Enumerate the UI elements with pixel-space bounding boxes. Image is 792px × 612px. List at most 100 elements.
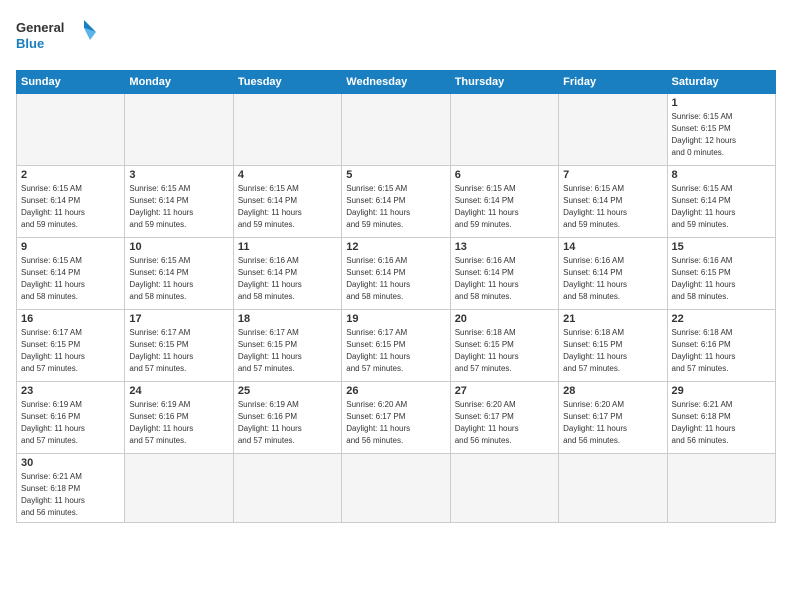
day-number: 9 xyxy=(21,241,120,253)
day-info: Sunrise: 6:21 AMSunset: 6:18 PMDaylight:… xyxy=(21,471,120,519)
day-number: 29 xyxy=(672,385,771,397)
calendar-cell: 13 Sunrise: 6:16 AMSunset: 6:14 PMDayligh… xyxy=(450,238,558,310)
calendar-cell: 26Sunrise: 6:20 AMSunset: 6:17 PMDayligh… xyxy=(342,382,450,454)
day-info: Sunrise: 6:19 AMSunset: 6:16 PMDaylight:… xyxy=(238,399,337,447)
logo-svg: General Blue xyxy=(16,16,96,60)
day-number: 17 xyxy=(129,313,228,325)
day-info: Sunrise: 6:17 AMSunset: 6:15 PMDaylight:… xyxy=(238,327,337,375)
day-info: Sunrise: 6:17 AMSunset: 6:15 PMDaylight:… xyxy=(129,327,228,375)
day-info: Sunrise: 6:15 AMSunset: 6:14 PMDaylight:… xyxy=(129,255,228,303)
calendar-cell: 1Sunrise: 6:15 AMSunset: 6:15 PMDaylight… xyxy=(667,94,775,166)
day-info: Sunrise: 6:17 AMSunset: 6:15 PMDaylight:… xyxy=(21,327,120,375)
day-number: 8 xyxy=(672,169,771,181)
calendar-cell xyxy=(667,454,775,523)
day-info: Sunrise: 6:18 AMSunset: 6:15 PMDaylight:… xyxy=(563,327,662,375)
day-number: 3 xyxy=(129,169,228,181)
page-header: General Blue xyxy=(16,16,776,60)
day-info: Sunrise: 6:18 AMSunset: 6:16 PMDaylight:… xyxy=(672,327,771,375)
day-info: Sunrise: 6:15 AMSunset: 6:14 PMDaylight:… xyxy=(129,183,228,231)
weekday-header-thursday: Thursday xyxy=(450,71,558,94)
calendar-cell: 7 Sunrise: 6:15 AMSunset: 6:14 PMDaylight… xyxy=(559,166,667,238)
calendar-week-row: 23Sunrise: 6:19 AMSunset: 6:16 PMDayligh… xyxy=(17,382,776,454)
calendar-cell: 11 Sunrise: 6:16 AMSunset: 6:14 PMDayligh… xyxy=(233,238,341,310)
day-number: 11 xyxy=(238,241,337,253)
calendar-cell: 15Sunrise: 6:16 AMSunset: 6:15 PMDayligh… xyxy=(667,238,775,310)
weekday-header-tuesday: Tuesday xyxy=(233,71,341,94)
calendar-cell: 29 Sunrise: 6:21 AMSunset: 6:18 PMDayligh… xyxy=(667,382,775,454)
calendar-cell: 21 Sunrise: 6:18 AMSunset: 6:15 PMDayligh… xyxy=(559,310,667,382)
day-number: 10 xyxy=(129,241,228,253)
calendar-week-row: 16 Sunrise: 6:17 AMSunset: 6:15 PMDayligh… xyxy=(17,310,776,382)
calendar-cell xyxy=(559,454,667,523)
calendar-cell xyxy=(450,454,558,523)
calendar-cell: 5 Sunrise: 6:15 AMSunset: 6:14 PMDaylight… xyxy=(342,166,450,238)
calendar-cell xyxy=(233,454,341,523)
day-info: Sunrise: 6:15 AMSunset: 6:14 PMDaylight:… xyxy=(346,183,445,231)
day-info: Sunrise: 6:17 AMSunset: 6:15 PMDaylight:… xyxy=(346,327,445,375)
calendar-cell: 27 Sunrise: 6:20 AMSunset: 6:17 PMDayligh… xyxy=(450,382,558,454)
calendar-cell: 9 Sunrise: 6:15 AMSunset: 6:14 PMDaylight… xyxy=(17,238,125,310)
calendar-week-row: 2Sunrise: 6:15 AMSunset: 6:14 PMDaylight… xyxy=(17,166,776,238)
day-number: 24 xyxy=(129,385,228,397)
calendar-cell: 30 Sunrise: 6:21 AMSunset: 6:18 PMDayligh… xyxy=(17,454,125,523)
calendar-cell: 25 Sunrise: 6:19 AMSunset: 6:16 PMDayligh… xyxy=(233,382,341,454)
calendar-cell xyxy=(233,94,341,166)
day-info: Sunrise: 6:15 AMSunset: 6:14 PMDaylight:… xyxy=(21,255,120,303)
weekday-header-sunday: Sunday xyxy=(17,71,125,94)
day-info: Sunrise: 6:15 AMSunset: 6:14 PMDaylight:… xyxy=(21,183,120,231)
svg-text:General: General xyxy=(16,20,64,35)
day-number: 26 xyxy=(346,385,445,397)
day-info: Sunrise: 6:20 AMSunset: 6:17 PMDaylight:… xyxy=(563,399,662,447)
day-number: 13 xyxy=(455,241,554,253)
day-info: Sunrise: 6:15 AMSunset: 6:15 PMDaylight:… xyxy=(672,111,771,159)
day-info: Sunrise: 6:15 AMSunset: 6:14 PMDaylight:… xyxy=(455,183,554,231)
svg-text:Blue: Blue xyxy=(16,36,44,51)
calendar-cell xyxy=(342,94,450,166)
day-number: 28 xyxy=(563,385,662,397)
day-number: 6 xyxy=(455,169,554,181)
calendar-cell: 2Sunrise: 6:15 AMSunset: 6:14 PMDaylight… xyxy=(17,166,125,238)
calendar-cell: 6 Sunrise: 6:15 AMSunset: 6:14 PMDaylight… xyxy=(450,166,558,238)
day-info: Sunrise: 6:20 AMSunset: 6:17 PMDaylight:… xyxy=(455,399,554,447)
calendar-cell: 23Sunrise: 6:19 AMSunset: 6:16 PMDayligh… xyxy=(17,382,125,454)
day-number: 14 xyxy=(563,241,662,253)
day-info: Sunrise: 6:15 AMSunset: 6:14 PMDaylight:… xyxy=(672,183,771,231)
day-info: Sunrise: 6:16 AMSunset: 6:14 PMDaylight:… xyxy=(455,255,554,303)
day-info: Sunrise: 6:19 AMSunset: 6:16 PMDaylight:… xyxy=(129,399,228,447)
day-number: 30 xyxy=(21,457,120,469)
day-number: 25 xyxy=(238,385,337,397)
calendar-cell: 19 Sunrise: 6:17 AMSunset: 6:15 PMDayligh… xyxy=(342,310,450,382)
day-info: Sunrise: 6:16 AMSunset: 6:15 PMDaylight:… xyxy=(672,255,771,303)
calendar-cell xyxy=(17,94,125,166)
day-info: Sunrise: 6:15 AMSunset: 6:14 PMDaylight:… xyxy=(563,183,662,231)
day-number: 21 xyxy=(563,313,662,325)
weekday-header-wednesday: Wednesday xyxy=(342,71,450,94)
day-info: Sunrise: 6:19 AMSunset: 6:16 PMDaylight:… xyxy=(21,399,120,447)
day-number: 12 xyxy=(346,241,445,253)
day-info: Sunrise: 6:21 AMSunset: 6:18 PMDaylight:… xyxy=(672,399,771,447)
day-number: 22 xyxy=(672,313,771,325)
day-number: 18 xyxy=(238,313,337,325)
weekday-header-row: SundayMondayTuesdayWednesdayThursdayFrid… xyxy=(17,71,776,94)
calendar-cell: 4Sunrise: 6:15 AMSunset: 6:14 PMDaylight… xyxy=(233,166,341,238)
calendar-week-row: 1Sunrise: 6:15 AMSunset: 6:15 PMDaylight… xyxy=(17,94,776,166)
logo: General Blue xyxy=(16,16,96,60)
calendar-cell: 17 Sunrise: 6:17 AMSunset: 6:15 PMDayligh… xyxy=(125,310,233,382)
calendar-cell xyxy=(559,94,667,166)
calendar-cell: 18 Sunrise: 6:17 AMSunset: 6:15 PMDayligh… xyxy=(233,310,341,382)
day-number: 27 xyxy=(455,385,554,397)
weekday-header-saturday: Saturday xyxy=(667,71,775,94)
day-info: Sunrise: 6:16 AMSunset: 6:14 PMDaylight:… xyxy=(346,255,445,303)
calendar-cell xyxy=(450,94,558,166)
calendar-cell: 22 Sunrise: 6:18 AMSunset: 6:16 PMDayligh… xyxy=(667,310,775,382)
calendar-cell: 12 Sunrise: 6:16 AMSunset: 6:14 PMDayligh… xyxy=(342,238,450,310)
calendar-cell: 3 Sunrise: 6:15 AMSunset: 6:14 PMDaylight… xyxy=(125,166,233,238)
day-number: 5 xyxy=(346,169,445,181)
day-number: 16 xyxy=(21,313,120,325)
calendar-week-row: 9 Sunrise: 6:15 AMSunset: 6:14 PMDaylight… xyxy=(17,238,776,310)
calendar-cell: 28 Sunrise: 6:20 AMSunset: 6:17 PMDayligh… xyxy=(559,382,667,454)
calendar-cell: 24 Sunrise: 6:19 AMSunset: 6:16 PMDayligh… xyxy=(125,382,233,454)
day-number: 19 xyxy=(346,313,445,325)
day-info: Sunrise: 6:16 AMSunset: 6:14 PMDaylight:… xyxy=(238,255,337,303)
day-number: 7 xyxy=(563,169,662,181)
